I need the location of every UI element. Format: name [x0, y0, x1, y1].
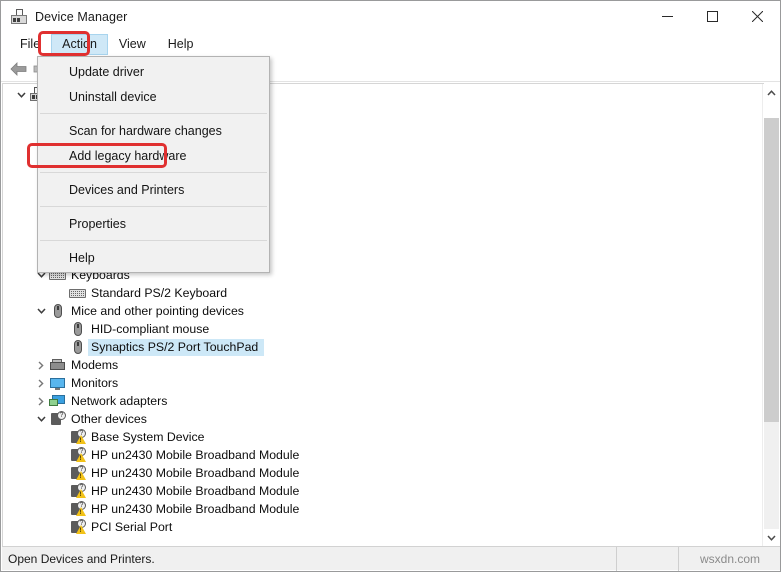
menu-item-label: Uninstall device — [69, 89, 157, 104]
tree-row[interactable]: ? Other devices — [3, 410, 763, 428]
window-controls — [645, 1, 780, 32]
menu-bar: File Action View Help — [1, 32, 780, 56]
menu-item-properties[interactable]: Properties — [38, 211, 269, 236]
tree-row[interactable]: ? HP un2430 Mobile Broadband Module — [3, 464, 763, 482]
vertical-scrollbar[interactable] — [762, 84, 779, 546]
tree-row-label: Mice and other pointing devices — [71, 304, 244, 318]
mouse-icon — [49, 303, 66, 319]
tree-row[interactable]: ? HP un2430 Mobile Broadband Module — [3, 482, 763, 500]
chevron-down-icon[interactable] — [33, 302, 49, 320]
tree-row-label: HP un2430 Mobile Broadband Module — [91, 502, 300, 516]
keyboard-icon — [69, 285, 86, 301]
menu-item-label: Properties — [69, 216, 126, 231]
mouse-icon — [69, 321, 86, 337]
tree-row[interactable]: Modems — [3, 356, 763, 374]
menu-item-label: Help — [69, 250, 95, 265]
tree-row-label: Other devices — [71, 412, 147, 426]
back-arrow-icon[interactable] — [7, 58, 29, 80]
menu-action[interactable]: Action — [51, 33, 108, 55]
unknown-warning-icon: ? — [69, 483, 86, 499]
menu-separator — [40, 113, 267, 114]
tree-row-label: HP un2430 Mobile Broadband Module — [91, 484, 300, 498]
menu-item-add-legacy-hardware[interactable]: Add legacy hardware — [38, 143, 269, 168]
tree-row[interactable]: Monitors — [3, 374, 763, 392]
action-dropdown-menu[interactable]: Update driver Uninstall device Scan for ha… — [37, 56, 270, 273]
tree-row[interactable]: ? PCI Serial Port — [3, 518, 763, 536]
tree-row[interactable]: ? HP un2430 Mobile Broadband Module — [3, 500, 763, 518]
chevron-right-icon[interactable] — [33, 356, 49, 374]
title-bar: Device Manager — [1, 1, 780, 32]
unknown-warning-icon: ? — [69, 429, 86, 445]
minimize-button[interactable] — [645, 1, 690, 32]
scroll-up-icon[interactable] — [763, 84, 780, 101]
tree-row-label: HP un2430 Mobile Broadband Module — [91, 448, 300, 462]
chevron-right-icon[interactable] — [33, 374, 49, 392]
tree-row-label: Standard PS/2 Keyboard — [91, 286, 228, 300]
menu-separator — [40, 240, 267, 241]
scrollbar-thumb[interactable] — [764, 118, 779, 422]
status-bar: Open Devices and Printers. wsxdn.com — [2, 546, 780, 571]
tree-row-label: Modems — [71, 358, 119, 372]
menu-item-scan-for-hardware-changes[interactable]: Scan for hardware changes — [38, 118, 269, 143]
unknown-warning-icon: ? — [69, 501, 86, 517]
chevron-down-icon[interactable] — [33, 410, 49, 428]
unknown-warning-icon: ? — [69, 447, 86, 463]
menu-item-update-driver[interactable]: Update driver — [38, 59, 269, 84]
unknown-warning-icon: ? — [69, 519, 86, 535]
watermark: wsxdn.com — [699, 551, 761, 566]
tree-row[interactable]: Mice and other pointing devices — [3, 302, 763, 320]
unknown-warning-icon: ? — [69, 465, 86, 481]
menu-file[interactable]: File — [9, 34, 51, 55]
device-manager-window: Device Manager File Action View Help Key… — [0, 0, 781, 572]
modem-icon — [49, 357, 66, 373]
chevron-down-icon[interactable] — [13, 86, 29, 104]
maximize-button[interactable] — [690, 1, 735, 32]
tree-row-label: HID-compliant mouse — [91, 322, 210, 336]
menu-item-label: Devices and Printers — [69, 182, 185, 197]
monitor-icon — [49, 375, 66, 391]
menu-item-label: Update driver — [69, 64, 145, 79]
tree-row-label: Base System Device — [91, 430, 205, 444]
chevron-right-icon[interactable] — [33, 392, 49, 410]
device-manager-icon — [11, 8, 27, 25]
tree-row-label: Synaptics PS/2 Port TouchPad — [88, 338, 265, 356]
menu-separator — [40, 172, 267, 173]
unknown-device-icon: ? — [49, 411, 66, 427]
network-icon — [49, 393, 66, 409]
menu-item-label: Scan for hardware changes — [69, 123, 222, 138]
menu-separator — [40, 206, 267, 207]
menu-item-uninstall-device[interactable]: Uninstall device — [38, 84, 269, 109]
close-button[interactable] — [735, 1, 780, 32]
tree-row-label: Monitors — [71, 376, 119, 390]
window-title: Device Manager — [35, 9, 128, 24]
tree-row-label: PCI Serial Port — [91, 520, 173, 534]
menu-view[interactable]: View — [108, 34, 157, 55]
tree-row[interactable]: HID-compliant mouse — [3, 320, 763, 338]
tree-row[interactable]: Synaptics PS/2 Port TouchPad — [3, 338, 763, 356]
scrollbar-track[interactable] — [764, 422, 779, 529]
status-message: Open Devices and Printers. — [2, 546, 617, 571]
tree-row[interactable]: ? HP un2430 Mobile Broadband Module — [3, 446, 763, 464]
menu-item-devices-and-printers[interactable]: Devices and Printers — [38, 177, 269, 202]
tree-row-label: Network adapters — [71, 394, 168, 408]
tree-row[interactable]: Standard PS/2 Keyboard — [3, 284, 763, 302]
menu-item-label: Add legacy hardware — [69, 148, 187, 163]
mouse-icon — [69, 339, 86, 355]
scroll-down-icon[interactable] — [763, 529, 780, 546]
tree-row[interactable]: ? Base System Device — [3, 428, 763, 446]
tree-row-label: HP un2430 Mobile Broadband Module — [91, 466, 300, 480]
tree-row[interactable]: Network adapters — [3, 392, 763, 410]
status-middle — [617, 546, 679, 571]
menu-item-help[interactable]: Help — [38, 245, 269, 270]
menu-help[interactable]: Help — [157, 34, 205, 55]
